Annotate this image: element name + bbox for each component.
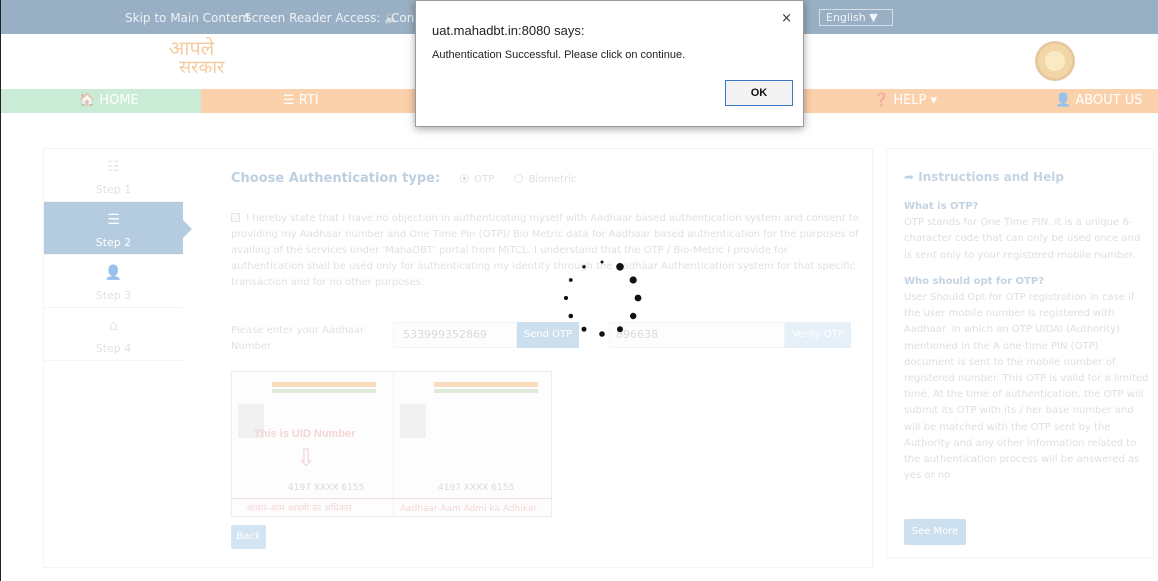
card-footer-hindi: आधार-आम आदमी का अधिकार	[246, 504, 352, 514]
alert-title: uat.mahadbt.in:8080 says:	[432, 23, 585, 38]
logo-line-1: आपले	[169, 36, 215, 60]
otp-radio[interactable]	[460, 174, 470, 183]
home-icon: ⌂	[109, 318, 118, 334]
step-list: ☷ Step 1 ☰ Step 2 👤 Step 3 ⌂ Step 4	[44, 149, 192, 361]
nav-home[interactable]: 🏠 HOME	[1, 89, 201, 113]
aaple-sarkar-logo[interactable]: आपले सरकार	[169, 38, 224, 78]
step-label: Step 1	[95, 183, 132, 196]
otp-option-label: OTP	[474, 174, 495, 185]
language-select[interactable]: English ▼	[819, 9, 893, 26]
help-title: ➦ Instructions and Help	[904, 170, 1064, 184]
verify-otp-button[interactable]: Verify OTP	[785, 322, 851, 348]
card-icon: ☷	[107, 159, 120, 175]
instructions-help-panel: ➦ Instructions and Help What is OTP? OTP…	[886, 148, 1154, 558]
send-otp-button[interactable]: Send OTP	[517, 322, 579, 348]
nav-help[interactable]: ❓ HELP ▾	[873, 89, 937, 113]
auth-type-heading: Choose Authentication type:	[231, 171, 441, 186]
aadhaar-card-right: 4197 XXXX 6155	[393, 372, 551, 516]
step-2[interactable]: ☰ Step 2	[44, 202, 192, 255]
close-icon[interactable]: ×	[781, 11, 792, 26]
see-more-button[interactable]: See More	[904, 519, 966, 545]
help-title-text: Instructions and Help	[918, 170, 1064, 184]
step-label: Step 2	[95, 236, 132, 249]
card-stripe	[434, 389, 538, 393]
uid-number-sample: 4197 XXXX 6155	[438, 483, 515, 493]
card-stripe	[434, 382, 538, 387]
card-footer-english: Aadhaar-Aam Admi ka Adhikar	[400, 504, 538, 514]
biometric-option[interactable]: Biometric	[514, 174, 576, 185]
nav-rti[interactable]: ☰ RTI	[283, 89, 319, 113]
back-button[interactable]: Back	[231, 525, 266, 549]
help-question-2: Who should opt for OTP?	[904, 275, 1045, 287]
consent-statement: I hereby state that I have no objection …	[231, 211, 861, 291]
consent-text: I hereby state that I have no objection …	[231, 213, 859, 288]
card-stripe	[272, 389, 376, 393]
skip-to-main-link[interactable]: Skip to Main Content	[125, 11, 250, 25]
biometric-radio[interactable]	[514, 174, 524, 183]
help-question-1: What is OTP?	[904, 201, 979, 212]
step-4[interactable]: ⌂ Step 4	[44, 308, 183, 361]
alert-dialog: uat.mahadbt.in:8080 says: × Authenticati…	[415, 0, 804, 127]
otp-option[interactable]: OTP	[460, 174, 494, 185]
step-1[interactable]: ☷ Step 1	[44, 149, 183, 202]
nav-about-us[interactable]: 👤 ABOUT US	[1055, 89, 1143, 113]
help-answer-2: User Should Opt for OTP registration in …	[904, 292, 1149, 482]
uid-number-callout: This is UID Number	[254, 428, 356, 440]
user-icon: 👤	[104, 265, 123, 281]
consent-checkbox[interactable]	[231, 213, 240, 222]
step-label: Step 3	[95, 289, 132, 302]
aadhaar-sample-card-image: This is UID Number ⇩ 4197 XXXX 6155 4197…	[231, 371, 552, 517]
maharashtra-emblem-icon	[1035, 41, 1075, 81]
aadhaar-card-left: This is UID Number ⇩ 4197 XXXX 6155	[232, 372, 392, 516]
auth-type-row: Choose Authentication type: OTP Biometri…	[231, 171, 576, 186]
uid-number-sample: 4197 XXXX 6155	[288, 483, 365, 493]
list-icon: ☰	[107, 212, 120, 228]
share-arrow-icon: ➦	[904, 170, 919, 184]
alert-message: Authentication Successful. Please click …	[432, 49, 686, 61]
card-photo	[400, 404, 426, 438]
authentication-panel: ☷ Step 1 ☰ Step 2 👤 Step 3 ⌂ Step 4 Choo…	[43, 148, 873, 568]
down-arrow-icon: ⇩	[296, 444, 317, 472]
help-answer-1: OTP stands for One Time PIN. It is a uni…	[904, 217, 1141, 261]
aadhaar-label: Please enter your Aadhaar Number	[231, 325, 365, 352]
step-3[interactable]: 👤 Step 3	[44, 255, 183, 308]
otp-input[interactable]: 896638	[609, 322, 785, 348]
screen-reader-access-link[interactable]: Screen Reader Access: 🔈	[244, 11, 399, 25]
card-footer: आधार-आम आदमी का अधिकार Aadhaar-Aam Admi …	[232, 498, 551, 516]
biometric-option-label: Biometric	[528, 174, 577, 185]
aadhaar-input[interactable]: 533999352869	[393, 322, 517, 348]
card-stripe	[272, 382, 376, 387]
logo-line-2: सरकार	[179, 57, 225, 78]
ok-button[interactable]: OK	[725, 80, 793, 106]
step-label: Step 4	[95, 342, 132, 355]
help-body: What is OTP? OTP stands for One Time PIN…	[904, 193, 1149, 484]
